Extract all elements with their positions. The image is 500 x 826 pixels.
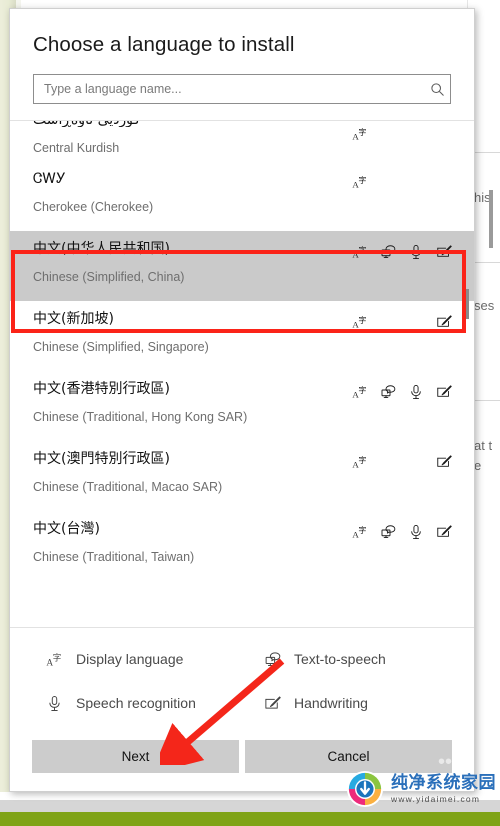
language-list-scrollbar-thumb[interactable] <box>466 289 469 319</box>
language-feature-icons: A字 <box>351 453 452 470</box>
legend-item-text-to-speech: Text-to-speech <box>228 642 474 676</box>
language-feature-icons: A字 <box>351 173 452 190</box>
language-row[interactable]: 中文(香港特別行政區) Chinese (Traditional, Hong Ko… <box>10 371 474 441</box>
legend-label: Speech recognition <box>76 695 196 711</box>
background-text-fragment: at t <box>474 438 493 453</box>
language-row[interactable]: 中文(新加坡) Chinese (Simplified, Singapore) A 字 <box>10 301 474 371</box>
handwriting-icon <box>435 383 452 400</box>
language-english-name: Chinese (Traditional, Taiwan) <box>33 550 195 564</box>
handwriting-icon <box>435 173 452 190</box>
display-language-icon: A字 <box>351 173 368 190</box>
handwriting-icon <box>435 313 452 330</box>
speech-recognition-icon <box>407 173 424 190</box>
speech-recognition-icon <box>407 125 424 142</box>
language-row[interactable]: کوردیی ناوەڕاستCentral KurdishA字 <box>10 121 474 161</box>
background-bottom-white <box>0 792 500 800</box>
text-to-speech-icon <box>379 313 396 330</box>
background-bottom-green-bar <box>0 812 500 826</box>
language-row[interactable]: 中文(澳門特別行政區) Chinese (Traditional, Macao S… <box>10 441 474 511</box>
speech-recognition-icon <box>407 243 424 260</box>
language-english-name: Chinese (Traditional, Hong Kong SAR) <box>33 410 248 424</box>
feature-legend: A 字 Display language Text-to-speech Speech r… <box>10 628 474 732</box>
text-to-speech-icon <box>379 523 396 540</box>
language-english-name: Cherokee (Cherokee) <box>33 200 154 214</box>
text-to-speech-icon <box>379 383 396 400</box>
text-to-speech-icon <box>379 453 396 470</box>
cancel-button[interactable]: Cancel <box>245 740 452 773</box>
language-row[interactable]: 中文(台灣) Chinese (Traditional, Taiwan) A 字 <box>10 511 474 581</box>
display-language-icon: A字 <box>351 125 368 142</box>
language-english-name: Chinese (Traditional, Macao SAR) <box>33 480 223 494</box>
language-feature-icons: A字 <box>351 243 452 260</box>
language-english-name: Chinese (Simplified, Singapore) <box>33 340 209 354</box>
language-feature-icons: A字 <box>351 125 452 142</box>
handwriting-icon <box>435 125 452 142</box>
display-language-icon: A字 <box>351 453 368 470</box>
language-list[interactable]: کوردیی ناوەڕاستCentral KurdishA字ᏣᎳᎩChero… <box>10 121 474 627</box>
handwriting-icon <box>435 523 452 540</box>
svg-text:字: 字 <box>52 652 61 663</box>
text-to-speech-icon <box>379 125 396 142</box>
handwriting-icon <box>435 243 452 260</box>
speech-recognition-icon <box>45 694 63 712</box>
background-text-fragment: e <box>474 458 482 473</box>
svg-text:字: 字 <box>358 244 366 254</box>
text-to-speech-icon <box>263 650 281 668</box>
legend-item-speech-recognition: Speech recognition <box>10 686 228 720</box>
handwriting-icon <box>263 694 281 712</box>
legend-label: Text-to-speech <box>294 651 386 667</box>
svg-text:字: 字 <box>358 174 366 184</box>
choose-language-dialog: Choose a language to install کوردیی ناوە… <box>9 8 475 792</box>
language-row[interactable]: ᏣᎳᎩ Cherokee (Cherokee) A 字 <box>10 161 474 231</box>
legend-item-handwriting: Handwriting <box>228 686 474 720</box>
dialog-footer: Next Cancel <box>10 732 474 791</box>
legend-label: Display language <box>76 651 184 667</box>
language-feature-icons: A字 <box>351 383 452 400</box>
background-text-fragment: ses <box>474 298 495 313</box>
display-language-icon: A字 <box>351 383 368 400</box>
handwriting-icon <box>435 453 452 470</box>
language-feature-icons: A字 <box>351 523 452 540</box>
display-language-icon: A字 <box>351 313 368 330</box>
svg-text:字: 字 <box>358 454 366 464</box>
legend-label: Handwriting <box>294 695 368 711</box>
page-scrollbar-thumb[interactable] <box>489 190 493 248</box>
text-to-speech-icon <box>379 243 396 260</box>
legend-item-display-language: A 字 Display language <box>10 642 228 676</box>
speech-recognition-icon <box>407 313 424 330</box>
background-taskbar <box>0 800 500 812</box>
dialog-title: Choose a language to install <box>33 33 295 56</box>
search-icon[interactable] <box>424 82 450 97</box>
speech-recognition-icon <box>407 383 424 400</box>
svg-text:字: 字 <box>358 126 366 136</box>
speech-recognition-icon <box>407 453 424 470</box>
display-language-icon: A字 <box>351 523 368 540</box>
language-english-name: Chinese (Simplified, China) <box>33 270 185 284</box>
language-feature-icons: A字 <box>351 313 452 330</box>
display-language-icon: A字 <box>45 650 63 668</box>
svg-text:字: 字 <box>358 384 366 394</box>
svg-text:字: 字 <box>358 314 366 324</box>
svg-text:字: 字 <box>358 524 366 534</box>
paw-print-watermark: •• <box>437 751 452 773</box>
language-row-selected[interactable]: 中文(中华人民共和国) Chinese (Simplified, China) A 字 <box>10 231 474 301</box>
next-button[interactable]: Next <box>32 740 239 773</box>
speech-recognition-icon <box>407 523 424 540</box>
search-box[interactable] <box>33 74 451 104</box>
search-input[interactable] <box>34 75 424 103</box>
text-to-speech-icon <box>379 173 396 190</box>
display-language-icon: A字 <box>351 243 368 260</box>
